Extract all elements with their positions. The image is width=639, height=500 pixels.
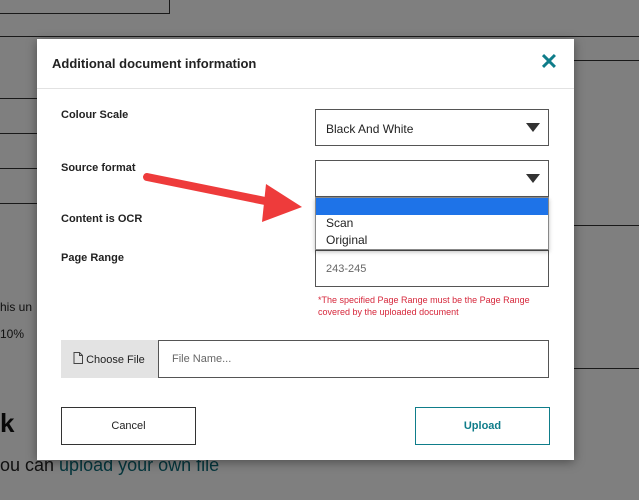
- modal-header: Additional document information ✕: [37, 39, 574, 89]
- source-format-label: Source format: [61, 162, 136, 174]
- choose-file-label: Choose File: [86, 354, 145, 366]
- colour-scale-select[interactable]: Black And White: [315, 109, 549, 146]
- cancel-button[interactable]: Cancel: [61, 407, 196, 445]
- chevron-down-icon: [526, 174, 540, 183]
- page-range-input[interactable]: 243-245: [315, 250, 549, 287]
- page-range-label: Page Range: [61, 252, 124, 264]
- additional-info-modal: Additional document information ✕ Colour…: [37, 39, 574, 460]
- choose-file-button[interactable]: Choose File: [61, 340, 158, 378]
- source-format-dropdown: Scan Original: [315, 197, 549, 250]
- dropdown-option-scan[interactable]: Scan: [316, 215, 548, 232]
- colour-scale-label: Colour Scale: [61, 109, 129, 121]
- ocr-label: Content is OCR: [61, 213, 143, 225]
- upload-button[interactable]: Upload: [415, 407, 550, 445]
- chevron-down-icon: [526, 123, 540, 132]
- dropdown-option-original[interactable]: Original: [316, 232, 548, 249]
- file-name-field[interactable]: File Name...: [158, 340, 549, 378]
- file-icon: [73, 352, 83, 364]
- dropdown-option-empty[interactable]: [316, 198, 548, 215]
- colour-scale-value: Black And White: [326, 122, 414, 136]
- close-icon[interactable]: ✕: [536, 49, 562, 75]
- modal-title: Additional document information: [52, 56, 257, 71]
- page-range-warning: *The specified Page Range must be the Pa…: [318, 295, 530, 317]
- source-format-select[interactable]: [315, 160, 549, 197]
